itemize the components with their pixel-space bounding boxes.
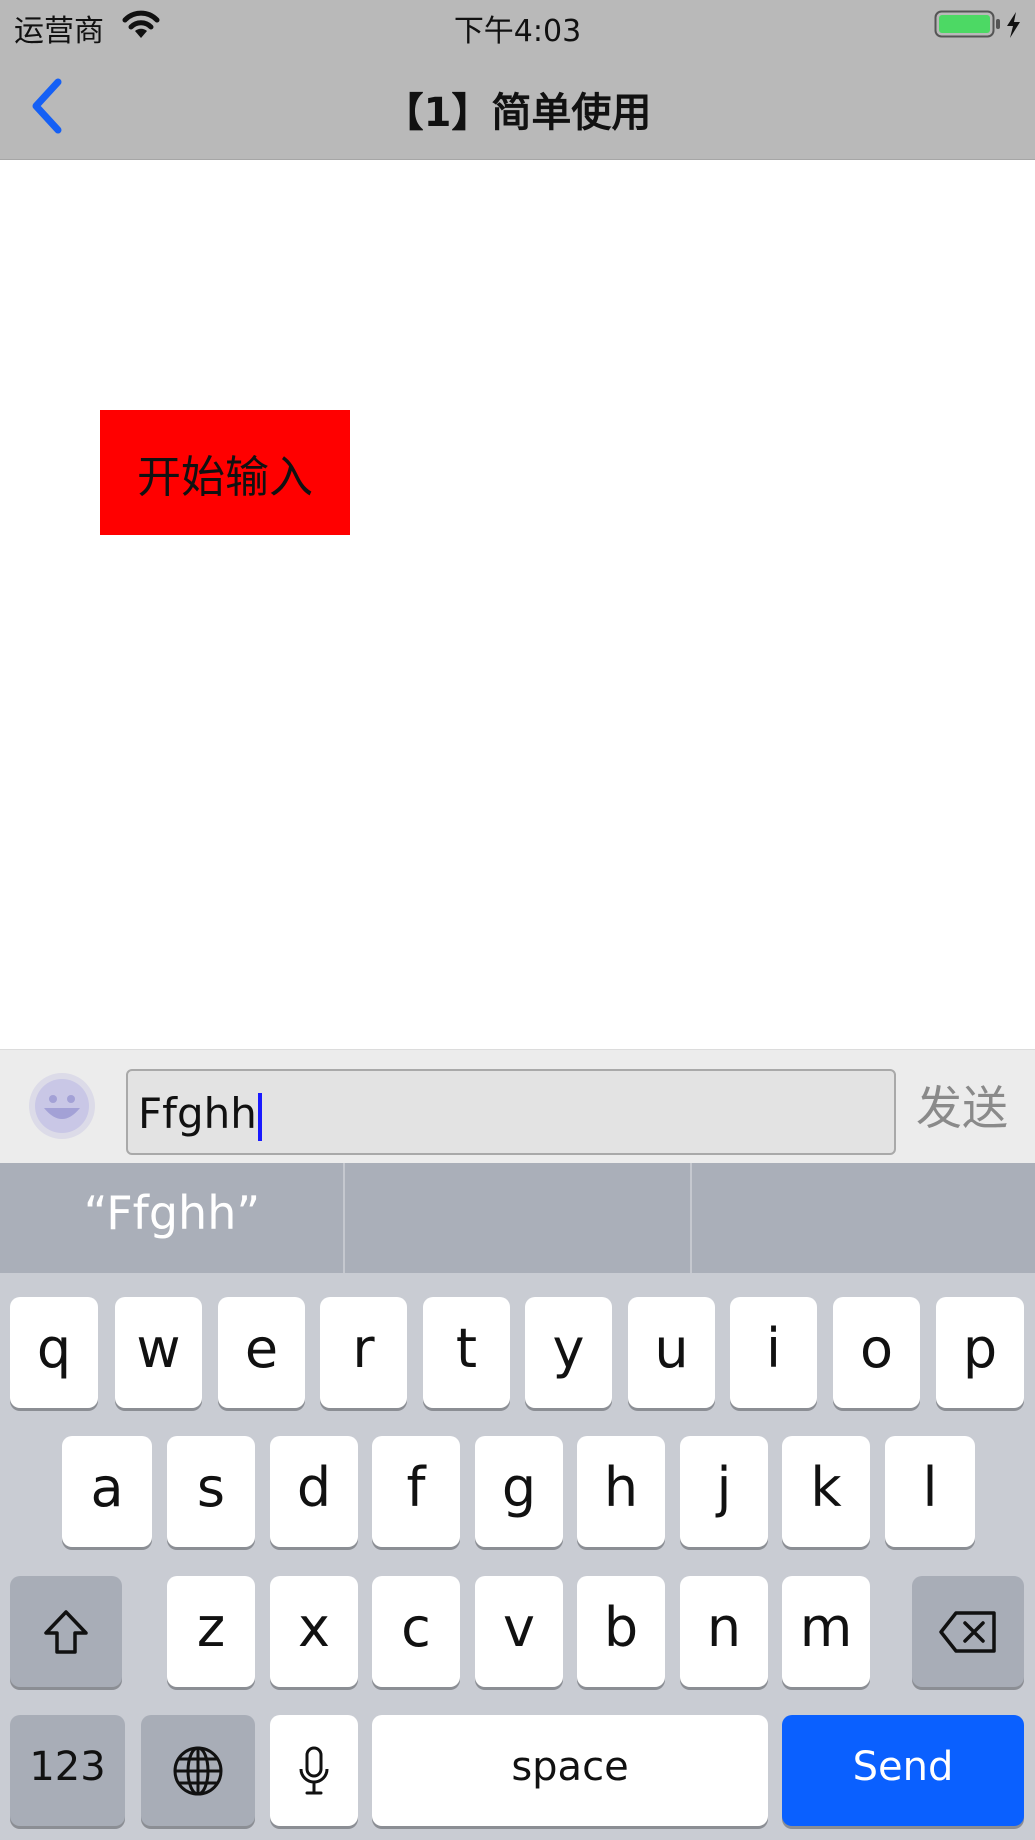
input-bar: Ffghh 发送: [0, 1049, 1035, 1163]
key-i[interactable]: i: [730, 1297, 817, 1408]
key-q[interactable]: q: [10, 1297, 98, 1408]
key-w[interactable]: w: [115, 1297, 202, 1408]
key-c[interactable]: c: [372, 1576, 460, 1687]
battery-charging-icon: [934, 10, 1020, 38]
key-s[interactable]: s: [167, 1436, 255, 1547]
start-input-button[interactable]: 开始输入: [100, 410, 350, 535]
key-z[interactable]: z: [167, 1576, 255, 1687]
space-key[interactable]: space: [372, 1715, 768, 1826]
key-r[interactable]: r: [320, 1297, 407, 1408]
smiley-face-icon[interactable]: [28, 1072, 96, 1140]
key-l[interactable]: l: [885, 1436, 975, 1547]
key-t[interactable]: t: [423, 1297, 510, 1408]
text-caret: [257, 1092, 262, 1141]
delete-key[interactable]: [912, 1576, 1024, 1687]
globe-key[interactable]: [141, 1715, 255, 1826]
globe-icon: [173, 1746, 223, 1795]
navigation-bar: 运营商 下午4:03 【1】简单使用: [0, 0, 1035, 160]
key-u[interactable]: u: [628, 1297, 715, 1408]
numbers-key[interactable]: 123: [10, 1715, 125, 1826]
key-o[interactable]: o: [833, 1297, 920, 1408]
status-time: 下午4:03: [453, 14, 582, 49]
key-b[interactable]: b: [577, 1576, 665, 1687]
page-title: 【1】简单使用: [383, 90, 652, 136]
key-f[interactable]: f: [372, 1436, 460, 1547]
key-y[interactable]: y: [525, 1297, 612, 1408]
send-text-button[interactable]: 发送: [916, 1072, 1008, 1138]
shift-key[interactable]: [10, 1576, 122, 1687]
suggestion-2[interactable]: [345, 1163, 689, 1273]
key-g[interactable]: g: [475, 1436, 563, 1547]
key-k[interactable]: k: [782, 1436, 870, 1547]
keyboard: q w e r t y u i o p a s d f g h j k l z …: [0, 1273, 1035, 1840]
key-x[interactable]: x: [270, 1576, 358, 1687]
predictive-bar: “Ffghh”: [0, 1163, 1035, 1273]
message-input[interactable]: Ffghh: [126, 1069, 896, 1155]
key-a[interactable]: a: [62, 1436, 152, 1547]
key-n[interactable]: n: [680, 1576, 768, 1687]
microphone-key[interactable]: [270, 1715, 358, 1826]
send-key[interactable]: Send: [782, 1715, 1024, 1826]
key-d[interactable]: d: [270, 1436, 358, 1547]
key-j[interactable]: j: [680, 1436, 768, 1547]
suggestion-1[interactable]: “Ffghh”: [0, 1163, 344, 1273]
key-e[interactable]: e: [218, 1297, 305, 1408]
suggestion-3[interactable]: [692, 1163, 1035, 1273]
shift-arrow-icon: [44, 1609, 88, 1654]
key-v[interactable]: v: [475, 1576, 563, 1687]
microphone-icon: [299, 1746, 329, 1794]
backspace-icon: [939, 1610, 996, 1653]
key-m[interactable]: m: [782, 1576, 870, 1687]
message-input-value: Ffghh: [138, 1089, 257, 1138]
key-p[interactable]: p: [936, 1297, 1024, 1408]
key-h[interactable]: h: [577, 1436, 665, 1547]
